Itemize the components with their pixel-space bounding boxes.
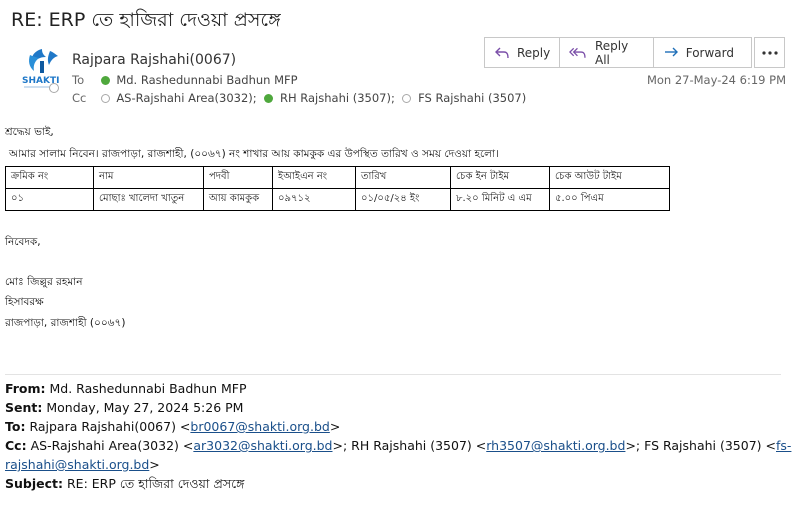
cc-row: Cc AS-Rajshahi Area(3032); RH Rajshahi (… [72, 91, 526, 105]
fw-sent-label: Sent: [5, 400, 43, 415]
table-header-row: ক্রমিক নং নাম পদবী ইআইএন নং তারিখ চেক ইন… [5, 166, 670, 189]
fw-sent-value: Monday, May 27, 2024 5:26 PM [46, 400, 244, 415]
fw-to-label: To: [5, 419, 26, 434]
table-cell: মোছাঃ খালেদা খাতুন [93, 188, 204, 211]
fw-from: From: Md. Rashedunnabi Badhun MFP [5, 381, 247, 396]
table-header-cell: তারিখ [355, 166, 451, 189]
available-presence-icon [100, 76, 110, 85]
table-cell: ০১/০৫/২৪ ইং [355, 188, 451, 211]
fw-cc-name: >; FS Rajshahi (3507) < [625, 438, 776, 453]
available-presence-icon [264, 94, 274, 103]
cc-recipient[interactable]: FS Rajshahi (3507) [418, 91, 526, 105]
reply-all-button[interactable]: Reply All [560, 38, 654, 67]
greeting: শ্রদ্ধেয় ভাই, [5, 126, 54, 138]
offline-presence-icon [100, 94, 110, 103]
signer-name: মোঃ জিল্লুর রহমান [5, 276, 83, 288]
fw-cc-name: AS-Rajshahi Area(3032) < [30, 438, 194, 453]
divider [5, 374, 781, 375]
to-recipient[interactable]: Md. Rashedunnabi Badhun MFP [116, 73, 297, 87]
presence-status-icon [49, 83, 59, 93]
reply-icon [495, 47, 509, 58]
more-icon [761, 50, 778, 55]
sender-name[interactable]: Rajpara Rajshahi(0067) [72, 52, 236, 68]
table-cell: ০৯৭১২ [272, 188, 356, 211]
fw-to: To: Rajpara Rajshahi(0067) <br0067@shakt… [5, 419, 340, 434]
to-row: To Md. Rashedunnabi Badhun MFP [72, 73, 298, 87]
signer-title: হিসাবরক্ষ [5, 296, 44, 308]
fw-from-label: From: [5, 381, 46, 396]
to-label: To [72, 73, 85, 87]
intro-paragraph: আমার সালাম নিবেন। রাজপাড়া, রাজশাহী, (০০… [9, 148, 499, 160]
cc-label: Cc [72, 91, 87, 105]
table-header-cell: ইআইএন নং [272, 166, 356, 189]
fw-subject: Subject: RE: ERP তে হাজিরা দেওয়া প্রসঙ্… [5, 476, 244, 496]
forward-icon [664, 47, 678, 56]
message-actions: Reply Reply All Forward [484, 37, 752, 68]
fw-sent: Sent: Monday, May 27, 2024 5:26 PM [5, 400, 243, 415]
fw-cc-email-link[interactable]: fs- [776, 438, 791, 453]
fw-to-email-link[interactable]: br0067@shakti.org.bd [190, 419, 329, 434]
fw-cc-email-link[interactable]: rh3507@shakti.org.bd [486, 438, 625, 453]
fw-to-close: > [329, 419, 341, 434]
fw-subject-value: RE: ERP তে হাজিরা দেওয়া প্রসঙ্গে [66, 476, 245, 491]
table-header-cell: নাম [93, 166, 204, 189]
fw-cc-email-link[interactable]: rajshahi@shakti.org.bd [5, 457, 149, 472]
reply-label: Reply [517, 45, 551, 60]
fw-cc-cont: rajshahi@shakti.org.bd> [5, 457, 160, 472]
fw-subject-label: Subject: [5, 476, 63, 491]
table-header-cell: ক্রমিক নং [5, 166, 94, 189]
reply-all-icon [569, 47, 586, 58]
fw-from-value: Md. Rashedunnabi Badhun MFP [49, 381, 247, 396]
received-datetime: Mon 27-May-24 6:19 PM [646, 73, 786, 87]
table-cell: ৫.০০ পিএম [549, 188, 670, 211]
table-cell: ৮.২০ মিনিট এ এম [450, 188, 550, 211]
cc-recipient[interactable]: AS-Rajshahi Area(3032); [116, 91, 256, 105]
sender-logo: SHAKTI [20, 45, 64, 93]
attendance-table: ক্রমিক নং নাম পদবী ইআইএন নং তারিখ চেক ইন… [5, 166, 670, 211]
closing: নিবেদক, [5, 236, 41, 248]
reply-all-label: Reply All [595, 38, 629, 67]
fw-to-name: Rajpara Rajshahi(0067) < [29, 419, 191, 434]
more-actions-button[interactable] [754, 37, 785, 68]
fw-cc-label: Cc: [5, 438, 27, 453]
table-header-cell: চেক আউট টাইম [549, 166, 670, 189]
signer-branch: রাজপাড়া, রাজশাহী (০০৬৭) [5, 317, 126, 329]
fw-cc-email-link[interactable]: ar3032@shakti.org.bd [193, 438, 332, 453]
offline-presence-icon [402, 94, 412, 103]
table-header-cell: চেক ইন টাইম [450, 166, 550, 189]
fw-cc-name: >; RH Rajshahi (3507) < [332, 438, 487, 453]
reply-button[interactable]: Reply [485, 38, 561, 67]
forward-label: Forward [685, 45, 734, 60]
table-cell: ০১ [5, 188, 94, 211]
table-row: ০১ মোছাঃ খালেদা খাতুন আয় কামকুক ০৯৭১২ ০… [5, 188, 670, 211]
forward-button[interactable]: Forward [654, 38, 751, 67]
email-subject: RE: ERP তে হাজিরা দেওয়া প্রসঙ্গে [11, 9, 281, 31]
fw-cc-close: > [149, 457, 160, 472]
table-header-cell: পদবী [203, 166, 273, 189]
fw-cc: Cc: AS-Rajshahi Area(3032) <ar3032@shakt… [5, 438, 791, 453]
table-cell: আয় কামকুক [203, 188, 273, 211]
cc-recipient[interactable]: RH Rajshahi (3507); [280, 91, 395, 105]
